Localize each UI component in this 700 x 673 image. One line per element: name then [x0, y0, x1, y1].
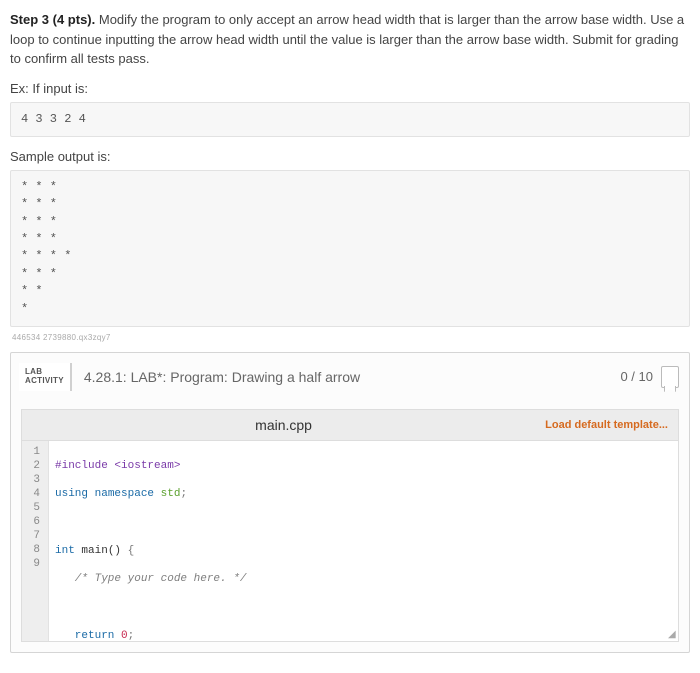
bookmark-icon[interactable]	[661, 366, 679, 388]
editor-container: main.cpp Load default template... 123456…	[21, 409, 679, 642]
line-number: 2	[22, 459, 44, 473]
lab-score: 0 / 10	[620, 369, 653, 384]
code-editor[interactable]: 123456789 #include <iostream> using name…	[21, 440, 679, 642]
code-line: return 0;	[55, 629, 678, 641]
line-number: 9	[22, 557, 44, 571]
line-number-gutter: 123456789	[22, 441, 49, 641]
code-area[interactable]: #include <iostream> using namespace std;…	[49, 441, 678, 641]
output-label: Sample output is:	[10, 149, 690, 164]
code-line	[55, 516, 678, 530]
step-bold: Step 3 (4 pts).	[10, 12, 95, 27]
lab-activity-card: LAB ACTIVITY 4.28.1: LAB*: Program: Draw…	[10, 352, 690, 653]
line-number: 6	[22, 515, 44, 529]
line-number: 4	[22, 487, 44, 501]
code-line: using namespace std;	[55, 487, 678, 501]
load-default-template-link[interactable]: Load default template...	[545, 419, 668, 431]
line-number: 5	[22, 501, 44, 515]
lab-activity-badge: LAB ACTIVITY	[19, 363, 72, 391]
line-number: 7	[22, 529, 44, 543]
code-line	[55, 600, 678, 614]
resize-handle-icon[interactable]: ◢	[668, 631, 676, 639]
lab-title: 4.28.1: LAB*: Program: Drawing a half ar…	[80, 369, 621, 385]
line-number: 3	[22, 473, 44, 487]
line-number: 1	[22, 445, 44, 459]
step-description: Step 3 (4 pts). Modify the program to on…	[10, 10, 690, 69]
code-line: int main() {	[55, 544, 678, 558]
step-body: Modify the program to only accept an arr…	[10, 12, 684, 66]
output-example-box: * * * * * * * * * * * * * * * * * * * * …	[10, 170, 690, 327]
line-number: 8	[22, 543, 44, 557]
input-example-box: 4 3 3 2 4	[10, 102, 690, 137]
input-label: Ex: If input is:	[10, 81, 690, 96]
meta-id: 446534 2739880.qx3zqy7	[12, 333, 690, 342]
code-line: #include <iostream>	[55, 459, 678, 473]
code-line: /* Type your code here. */	[55, 572, 678, 586]
file-header: main.cpp Load default template...	[21, 409, 679, 440]
lab-header: LAB ACTIVITY 4.28.1: LAB*: Program: Draw…	[11, 353, 689, 401]
file-name: main.cpp	[22, 417, 545, 433]
lab-badge-line2: ACTIVITY	[25, 377, 64, 386]
